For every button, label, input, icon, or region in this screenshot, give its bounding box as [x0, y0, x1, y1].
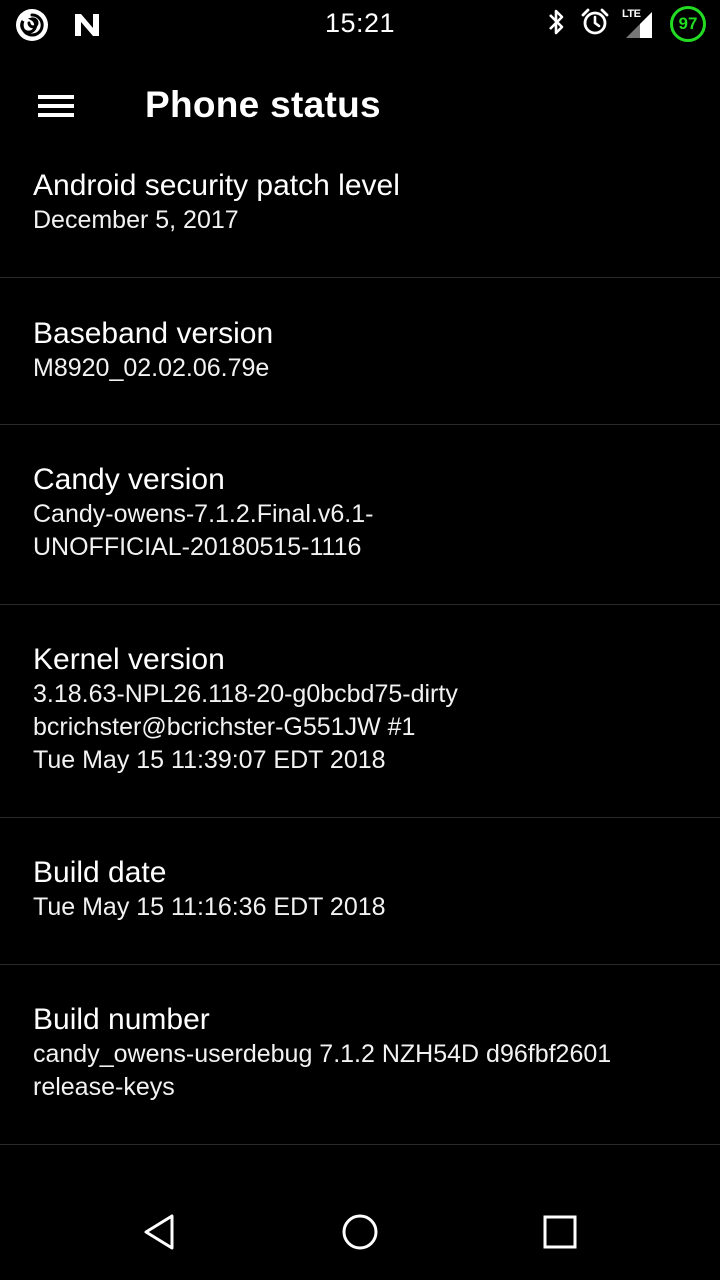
status-item-build-number[interactable]: Build number candy_owens-userdebug 7.1.2…	[0, 965, 720, 1145]
item-summary: Candy-owens-7.1.2.Final.v6.1- UNOFFICIAL…	[33, 500, 374, 561]
navigation-menu-button[interactable]	[30, 86, 82, 126]
navigation-bar	[0, 1185, 720, 1280]
status-item-candy-version[interactable]: Candy version Candy-owens-7.1.2.Final.v6…	[0, 425, 720, 605]
recents-icon	[543, 1215, 577, 1249]
status-item-build-date[interactable]: Build date Tue May 15 11:16:36 EDT 2018	[0, 818, 720, 965]
phone-status-list: Android security patch level December 5,…	[0, 160, 720, 1145]
home-button[interactable]	[330, 1207, 390, 1257]
battery-icon: 97	[670, 6, 706, 42]
status-bar: 15:21 LTE 97	[0, 0, 720, 50]
status-item-security-patch[interactable]: Android security patch level December 5,…	[0, 160, 720, 278]
status-item-kernel-version[interactable]: Kernel version 3.18.63-NPL26.118-20-g0bc…	[0, 605, 720, 818]
item-title: Android security patch level	[33, 169, 400, 202]
item-title: Candy version	[33, 463, 225, 496]
hamburger-menu-icon	[38, 95, 74, 117]
status-item-baseband-version[interactable]: Baseband version M8920_02.02.06.79e	[0, 278, 720, 425]
battery-level: 97	[678, 14, 698, 33]
back-button[interactable]	[130, 1207, 190, 1257]
item-summary: 3.18.63-NPL26.118-20-g0bcbd75-dirty bcri…	[33, 680, 458, 774]
item-title: Kernel version	[33, 643, 225, 676]
item-summary: candy_owens-userdebug 7.1.2 NZH54D d96fb…	[33, 1040, 612, 1101]
signal-icon: LTE	[622, 8, 658, 40]
recents-button[interactable]	[530, 1207, 590, 1257]
back-icon	[144, 1214, 174, 1250]
item-summary: M8920_02.02.06.79e	[33, 354, 270, 382]
app-bar: Phone status	[0, 62, 720, 152]
item-summary: December 5, 2017	[33, 206, 239, 234]
status-bar-right-icons: LTE 97	[546, 6, 706, 42]
bluetooth-icon	[546, 7, 568, 42]
item-title: Baseband version	[33, 317, 274, 350]
item-title: Build number	[33, 1003, 210, 1036]
item-summary: Tue May 15 11:16:36 EDT 2018	[33, 893, 386, 921]
alarm-clock-icon	[580, 7, 610, 42]
item-title: Build date	[33, 856, 167, 889]
home-icon	[342, 1214, 378, 1250]
page-title: Phone status	[145, 84, 381, 125]
